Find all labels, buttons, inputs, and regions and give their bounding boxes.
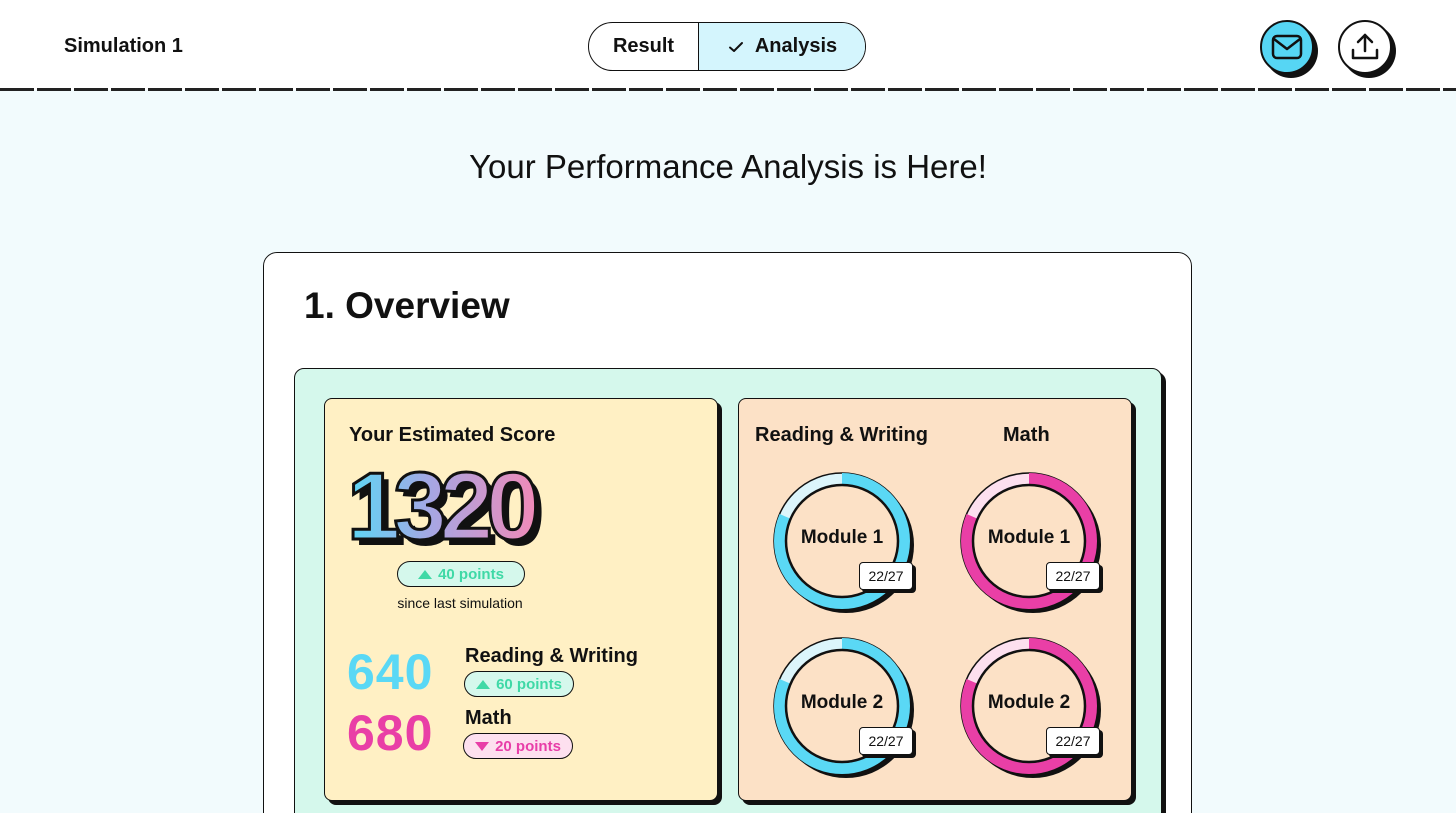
math-delta-text: 20 points xyxy=(495,737,561,755)
tab-result[interactable]: Result xyxy=(589,23,699,70)
reading-delta-text: 60 points xyxy=(496,675,562,693)
share-upload-icon xyxy=(1351,33,1379,60)
ring-label: Module 2 xyxy=(800,692,884,713)
ring-count-badge: 22/27 xyxy=(1046,727,1100,755)
ring-count-badge: 22/27 xyxy=(859,727,913,755)
reading-column-heading: Reading & Writing xyxy=(755,424,928,446)
ring-label: Module 1 xyxy=(987,527,1071,548)
share-button[interactable] xyxy=(1338,20,1392,74)
math-score: 680 xyxy=(347,705,434,761)
reading-label: Reading & Writing xyxy=(465,645,638,667)
simulation-title: Simulation 1 xyxy=(64,35,183,57)
tab-analysis[interactable]: Analysis xyxy=(699,23,865,70)
arrow-up-icon xyxy=(476,679,491,689)
math-module-2-ring[interactable]: Module 2 22/27 xyxy=(958,635,1108,785)
page-heading: Your Performance Analysis is Here! xyxy=(469,148,987,185)
math-column-heading: Math xyxy=(1003,424,1050,446)
ring-label: Module 2 xyxy=(987,692,1071,713)
estimated-score-box: Your Estimated Score 1320 1320 40 points… xyxy=(324,398,718,801)
math-label: Math xyxy=(465,707,512,729)
header-divider xyxy=(0,88,1456,91)
total-score-value: 1320 xyxy=(347,461,536,557)
overview-title: 1. Overview xyxy=(304,285,510,326)
total-score: 1320 1320 xyxy=(346,461,550,557)
since-last-text: since last simulation xyxy=(397,595,523,611)
top-bar: Simulation 1 Result Analysis xyxy=(0,0,1456,90)
total-delta-text: 40 points xyxy=(438,565,504,583)
view-toggle: Result Analysis xyxy=(588,22,866,71)
reading-module-1-ring[interactable]: Module 1 22/27 xyxy=(771,470,921,620)
estimated-score-label: Your Estimated Score xyxy=(349,424,556,446)
overview-card: 1. Overview Your Estimated Score 1320 13… xyxy=(263,252,1192,813)
mail-button[interactable] xyxy=(1260,20,1314,74)
reading-module-2-ring[interactable]: Module 2 22/27 xyxy=(771,635,921,785)
arrow-up-icon xyxy=(418,569,433,579)
arrow-down-icon xyxy=(475,741,490,751)
tab-analysis-label: Analysis xyxy=(754,35,838,57)
total-delta-badge: 40 points xyxy=(397,561,525,587)
modules-box: Reading & Writing Math Module 1 22/27 Mo… xyxy=(738,398,1132,801)
reading-delta-badge: 60 points xyxy=(464,671,574,697)
mail-icon xyxy=(1271,34,1303,60)
overview-panel: Your Estimated Score 1320 1320 40 points… xyxy=(294,368,1162,813)
reading-score: 640 xyxy=(347,644,434,700)
ring-count-badge: 22/27 xyxy=(1046,562,1100,590)
ring-label: Module 1 xyxy=(800,527,884,548)
math-delta-badge: 20 points xyxy=(463,733,573,759)
check-icon xyxy=(728,41,743,52)
math-module-1-ring[interactable]: Module 1 22/27 xyxy=(958,470,1108,620)
ring-count-badge: 22/27 xyxy=(859,562,913,590)
